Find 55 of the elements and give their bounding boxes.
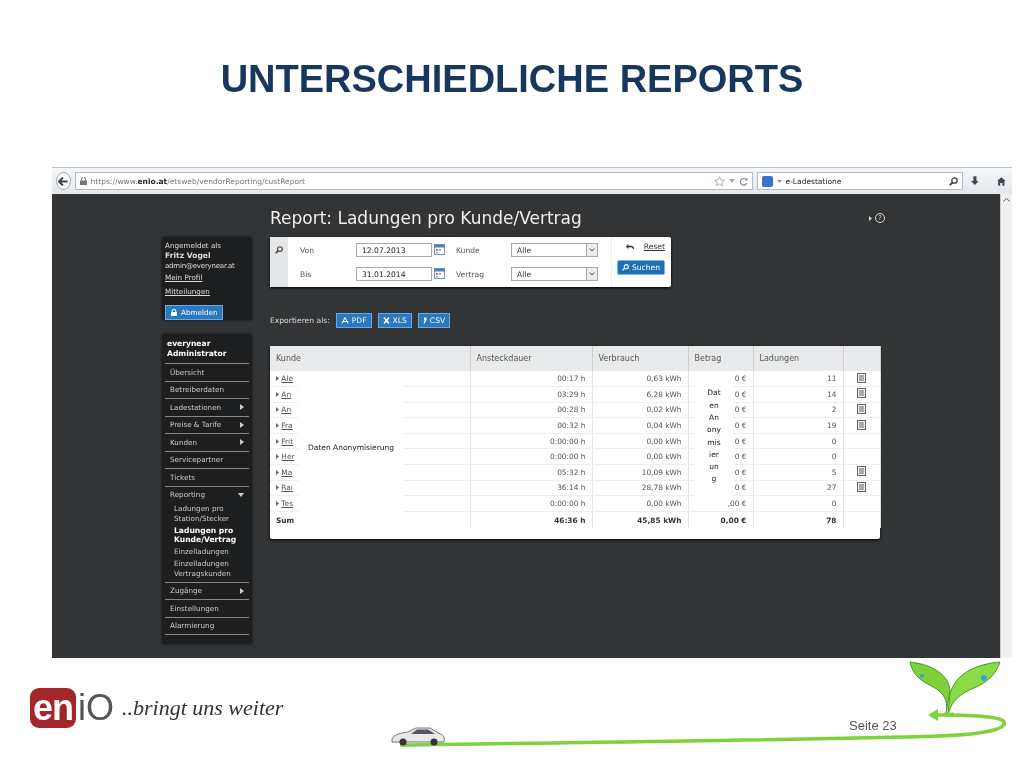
slide-title: UNTERSCHIEDLICHE REPORTS	[220, 58, 804, 101]
lock-icon	[79, 177, 87, 185]
list-icon[interactable]	[857, 388, 866, 399]
list-icon[interactable]	[857, 466, 866, 477]
column-header[interactable]: Kunde	[270, 346, 470, 371]
search-icon	[275, 246, 283, 254]
undo-icon	[625, 243, 634, 250]
lock-icon	[171, 309, 177, 316]
expand-icon[interactable]	[276, 469, 279, 475]
chevron-down-icon	[589, 248, 595, 252]
caret-right-icon	[240, 404, 244, 411]
expand-icon[interactable]	[276, 391, 279, 397]
calendar-icon[interactable]	[434, 267, 445, 279]
caret-right-icon[interactable]	[869, 215, 872, 221]
expand-icon[interactable]	[276, 407, 279, 413]
dropdown-icon[interactable]	[776, 179, 782, 183]
caret-right-icon	[240, 587, 244, 594]
column-header[interactable]: Ladungen	[753, 346, 843, 371]
caret-right-icon	[240, 421, 244, 428]
scroll-up-icon[interactable]	[1003, 197, 1010, 202]
expand-icon[interactable]	[276, 438, 279, 444]
expand-icon[interactable]	[276, 423, 279, 429]
calendar-icon[interactable]	[434, 243, 445, 255]
search-engine-icon[interactable]	[761, 175, 773, 187]
caret-down-icon	[238, 492, 244, 497]
logo: en iO	[30, 688, 114, 728]
column-header[interactable]: Betrag	[688, 346, 753, 371]
search-icon	[621, 264, 629, 271]
star-icon[interactable]	[713, 175, 725, 187]
comma-icon	[422, 317, 427, 324]
car-drawing	[390, 725, 446, 747]
list-icon[interactable]	[857, 404, 866, 414]
column-header[interactable]: Verbrauch	[592, 346, 688, 371]
cross-icon	[382, 317, 390, 324]
report-title: Report: Ladungen pro Kunde/Vertrag	[270, 208, 582, 228]
expand-icon[interactable]	[276, 376, 279, 382]
back-arrow-icon	[58, 176, 69, 186]
list-icon[interactable]	[857, 419, 866, 430]
expand-icon[interactable]	[276, 485, 279, 491]
expand-icon[interactable]	[276, 501, 279, 507]
scrollbar[interactable]	[1000, 194, 1012, 658]
tagline: ..bringt uns weiter	[122, 695, 284, 721]
pdf-icon	[340, 317, 349, 324]
download-icon[interactable]	[970, 175, 979, 187]
chevron-down-icon	[589, 272, 595, 276]
page-number: Seite 23	[849, 718, 897, 733]
back-button[interactable]	[56, 172, 71, 190]
column-header[interactable]: Ansteckdauer	[470, 346, 592, 371]
list-icon[interactable]	[857, 481, 866, 492]
list-icon[interactable]	[857, 372, 866, 383]
caret-right-icon	[240, 439, 244, 446]
reload-icon[interactable]	[738, 176, 748, 186]
expand-icon[interactable]	[276, 454, 279, 460]
search-icon[interactable]	[948, 176, 958, 186]
home-icon[interactable]	[997, 175, 1006, 187]
